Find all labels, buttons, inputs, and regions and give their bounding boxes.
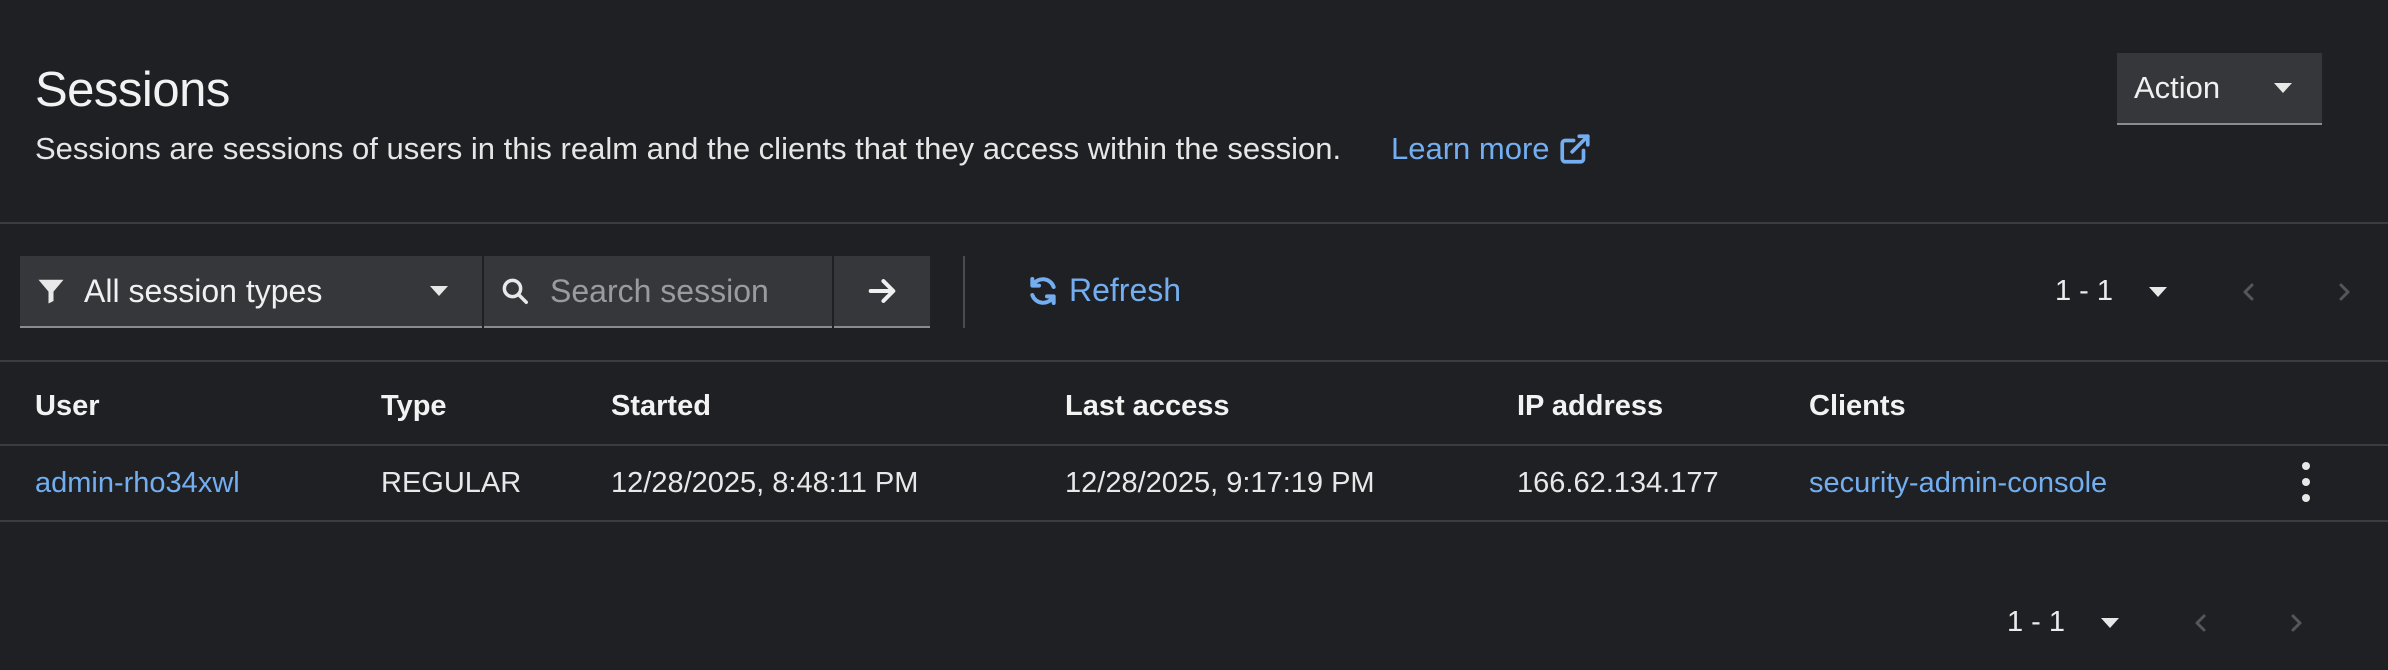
- row-actions-kebab-icon[interactable]: [2298, 462, 2314, 502]
- caret-down-icon: [2149, 286, 2168, 297]
- divider: [0, 360, 2388, 362]
- refresh-icon: [1030, 276, 1056, 305]
- action-label: Action: [2134, 70, 2221, 105]
- page-description: Sessions are sessions of users in this r…: [35, 131, 1342, 166]
- action-dropdown-button[interactable]: Action: [2117, 53, 2322, 125]
- search-input[interactable]: [548, 271, 832, 311]
- caret-down-icon: [430, 286, 448, 296]
- session-started: 12/28/2025, 8:48:11 PM: [611, 467, 919, 499]
- column-header-ip-address[interactable]: IP address: [1517, 390, 1663, 423]
- column-header-user[interactable]: User: [35, 390, 100, 423]
- chevron-right-icon[interactable]: [2284, 611, 2308, 635]
- pagination-top: 1 - 1: [2055, 275, 2356, 308]
- filter-label: All session types: [84, 272, 323, 309]
- pagination-range: 1 - 1: [2007, 606, 2066, 638]
- page-title: Sessions: [35, 63, 230, 117]
- session-last-access: 12/28/2025, 9:17:19 PM: [1065, 467, 1375, 499]
- pagination-range-toggle[interactable]: 1 - 1: [2007, 606, 2120, 639]
- chevron-left-icon[interactable]: [2237, 280, 2261, 304]
- chevron-left-icon[interactable]: [2189, 611, 2213, 635]
- learn-more-link[interactable]: Learn more: [1391, 131, 1592, 167]
- column-header-type[interactable]: Type: [381, 390, 447, 423]
- divider: [0, 222, 2388, 224]
- refresh-button[interactable]: Refresh: [1027, 272, 1181, 309]
- table-row-divider: [0, 520, 2388, 522]
- pagination-range: 1 - 1: [2055, 275, 2114, 307]
- search-icon: [502, 278, 528, 304]
- arrow-right-icon: [868, 279, 896, 303]
- caret-down-icon: [2101, 617, 2120, 628]
- column-header-clients[interactable]: Clients: [1809, 390, 1906, 423]
- pagination-bottom: 1 - 1: [2007, 606, 2308, 639]
- toolbar-separator: [963, 256, 965, 328]
- session-type: REGULAR: [381, 467, 522, 499]
- column-header-last-access[interactable]: Last access: [1065, 390, 1229, 423]
- session-user-link[interactable]: admin-rho34xwl: [35, 467, 240, 500]
- session-ip-address: 166.62.134.177: [1517, 467, 1719, 499]
- external-link-icon: [1559, 134, 1590, 164]
- search-field: [484, 256, 832, 328]
- search-submit-button[interactable]: [834, 256, 930, 328]
- refresh-label: Refresh: [1069, 272, 1182, 308]
- pagination-range-toggle[interactable]: 1 - 1: [2055, 275, 2168, 308]
- learn-more-label: Learn more: [1391, 131, 1550, 166]
- chevron-right-icon[interactable]: [2332, 280, 2356, 304]
- column-header-started[interactable]: Started: [611, 390, 711, 423]
- session-type-filter[interactable]: All session types: [20, 256, 482, 328]
- caret-down-icon: [2274, 83, 2292, 93]
- filter-icon: [38, 279, 64, 304]
- session-client-link[interactable]: security-admin-console: [1809, 467, 2107, 500]
